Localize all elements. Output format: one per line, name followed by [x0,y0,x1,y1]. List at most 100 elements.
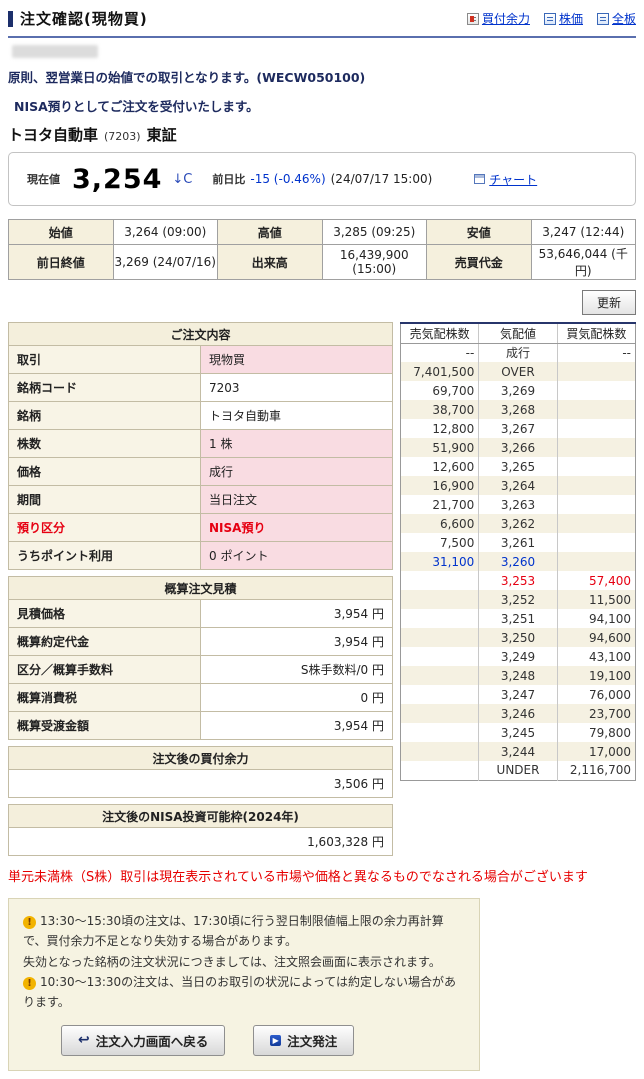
orderbook-row: 3,249 43,100 [401,647,636,666]
action-buttons: ↩ 注文入力画面へ戻る ▶ 注文発注 [23,1024,465,1056]
sell-quantity [401,647,479,666]
order-detail-row: 取引 現物買 [8,345,393,374]
warning-icon: ! [23,977,36,991]
quote-value: 3,264 (09:00) [112,219,218,245]
estimate-value: 3,954 円 [200,627,393,656]
buy-quantity [556,476,636,495]
price-level: OVER [478,362,558,381]
title-bar: 注文確認(現物買) 買付余力 株価 全板 [8,8,636,29]
quote-value: 3,247 (12:44) [530,219,636,245]
nisa-limit-table: 注文後のNISA投資可能枠(2024年) 1,603,328 円 [8,804,393,856]
header-link-label: 買付余力 [481,12,530,26]
buy-quantity [556,438,636,457]
estimate-row: 見積価格 3,954 円 [8,599,393,628]
orderbook-row: 16,900 3,264 [400,476,636,495]
stock-price-icon [543,12,556,25]
title-accent-bar [8,10,13,27]
redacted-account-name [12,45,98,58]
price-panel: 現在値 3,254 ↓C 前日比 -15 (-0.46%) (24/07/17 … [8,152,636,206]
buying-power-table: 注文後の買付余力 3,506 円 [8,746,393,798]
order-summary-column: ご注文内容 取引 現物買 銘柄コード 7203 銘柄 トヨタ自動車 株数 1 株価格 成行 期間当… [8,322,393,856]
price-level: 3,244 [478,742,558,761]
orderbook-row: 3,244 17,000 [400,742,636,761]
price-level: 3,248 [478,666,558,685]
order-confirmation-page: 注文確認(現物買) 買付余力 株価 全板 原則、翌営業日の始値での取引となります。(… [0,0,644,1079]
chart-link[interactable]: チャート [474,171,537,188]
submit-arrow-icon: ▶ [270,1034,282,1046]
sell-quantity [401,685,479,704]
header-link-full-board[interactable]: 全板 [596,10,636,27]
buy-quantity: 43,100 [556,647,636,666]
estimate-value: 3,954 円 [200,599,393,628]
quote-label: 高値 [217,219,323,245]
quote-timestamp: (24/07/17 15:00) [330,172,433,186]
sell-quantity: 69,700 [432,383,475,398]
buy-quantity: 17,000 [556,742,636,761]
refresh-button[interactable]: 更新 [581,290,636,315]
page-title: 注文確認(現物買) [20,10,148,28]
quote-value: 16,439,900 (15:00) [321,244,427,280]
sell-quantity [401,666,479,685]
sell-quantity [401,704,479,723]
header-link-buying-power[interactable]: 買付余力 [466,10,530,27]
sell-quantity: 12,800 [432,421,475,436]
warning-icon: ! [23,915,36,929]
sell-quantity [401,742,479,761]
order-detail-row: 預り区分 NISA預り [8,513,393,542]
sell-quantity [401,609,479,628]
orderbook-row: 69,700 3,269 [401,381,636,400]
sell-quantity [401,723,479,742]
detail-label: 価格 [8,457,201,486]
quote-label: 始値 [8,219,114,245]
sell-quantity: -- [465,345,475,360]
orderbook-row: 31,100 3,260 [400,552,636,571]
stock-code: (7203) [104,130,141,143]
header-link-label: 株価 [558,12,583,26]
price-level: 3,264 [478,476,558,495]
order-details-title: ご注文内容 [8,322,393,346]
chart-icon [474,174,486,184]
price-level: 3,260 [478,552,558,571]
price-level: 3,245 [478,723,558,742]
estimate-title: 概算注文見積 [8,576,393,600]
order-detail-row: 価格 成行 [8,457,393,486]
nisa-limit-value: 1,603,328 円 [8,827,393,856]
estimate-label: 概算約定代金 [8,627,201,656]
quote-table: 始値 3,264 (09:00) 高値 3,285 (09:25) 安値 3,247 (1… [8,219,636,280]
stock-name: トヨタ自動車 [8,126,99,144]
price-level: 3,262 [478,514,558,533]
quote-label: 安値 [426,219,532,245]
submit-button-label: 注文発注 [287,1033,338,1049]
sell-quantity: 6,600 [439,516,475,531]
current-price-value: 3,254 [72,163,163,195]
order-detail-row: 銘柄コード 7203 [8,373,393,402]
notice-line: ! 13:30～15:30頃の注文は、17:30頃に行う翌日制限値幅上限の余力再計… [23,911,465,952]
orderbook-column-header: 気配値 [478,323,558,344]
return-arrow-icon: ↩ [78,1032,90,1049]
price-direction-indicator: ↓C [172,171,193,187]
orderbook-row: 12,800 3,267 [401,419,636,438]
price-level: 3,253 [478,571,558,590]
buy-quantity [556,419,636,438]
estimate-label: 区分／概算手数料 [8,655,201,684]
buy-quantity: 19,100 [556,666,636,685]
quote-row: 前日終値 3,269 (24/07/16) 出来高 16,439,900 (15:00… [8,244,636,280]
orderbook-row: 12,600 3,265 [401,457,636,476]
stock-header: トヨタ自動車 (7203) 東証 [8,124,636,145]
submit-order-button[interactable]: ▶ 注文発注 [253,1024,355,1056]
header-link-stock-price[interactable]: 株価 [543,10,583,27]
estimate-value: 0 円 [200,683,393,712]
detail-value: 当日注文 [200,485,393,514]
sell-quantity: 38,700 [432,402,475,417]
orderbook-body: -- 成行 -- 7,401,500 OVER 69,700 3,269 38,700 3,26… [400,343,636,780]
price-level: 成行 [478,343,558,362]
full-board-icon [596,12,609,25]
quote-value: 3,269 (24/07/16) [112,244,218,280]
estimate-row: 区分／概算手数料 S株手数料/0 円 [8,655,393,684]
buy-quantity [556,552,636,571]
back-button[interactable]: ↩ 注文入力画面へ戻る [61,1024,226,1056]
header-link-label: 全板 [611,12,636,26]
orderbook-row: 3,248 19,100 [400,666,636,685]
buy-quantity: 11,500 [556,590,636,609]
current-price-label: 現在値 [27,173,60,186]
